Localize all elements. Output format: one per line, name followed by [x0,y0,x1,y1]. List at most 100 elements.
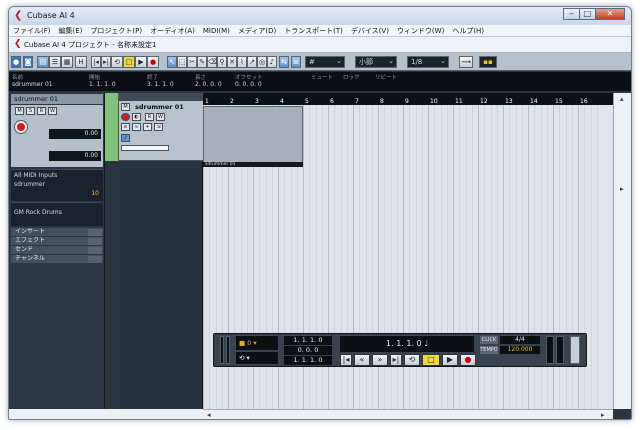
inspector-section-inserts[interactable]: インサート [11,227,103,236]
snap-on-off-button[interactable]: ⊞ [291,56,301,68]
minimize-button[interactable]: ‒ [563,8,580,20]
inspector-write-button[interactable]: W [48,107,57,115]
click-button[interactable]: CLICK [480,336,498,344]
scroll-up-icon[interactable]: ▴ [620,95,624,103]
scroll-left-icon[interactable]: ◂ [207,411,211,419]
color-swatch-button[interactable]: ▪▪ [479,56,497,68]
info-value-length[interactable]: 2. 0. 0. 0 [195,81,222,88]
record-mode-select[interactable]: ■ 0 ▾ [236,336,278,350]
track-automation-icon[interactable]: + [143,123,152,131]
track-edit-icon[interactable]: e [121,123,130,131]
menu-transport[interactable]: トランスポート(T) [280,25,347,37]
track-expand-icon[interactable]: ⇲ [154,123,163,131]
menu-edit[interactable]: 編集(E) [55,25,87,37]
title-bar[interactable]: ❮ Cubase AI 4 ‒ □ ✕ [9,7,631,25]
stop-icon[interactable]: □ [123,56,135,68]
ruler[interactable]: 1 2 3 4 5 6 7 8 9 10 11 12 13 14 15 16 [203,93,613,105]
glue-tool-icon[interactable]: ⌇ [237,56,247,68]
grid-resolution-select[interactable]: 小節 [355,56,397,68]
menu-file[interactable]: ファイル(F) [9,25,55,37]
midi-part[interactable] [203,106,303,163]
go-to-start-icon[interactable]: |◂ [91,56,101,68]
inspector-track-name[interactable]: sdrummer 01 [11,94,103,104]
inspector-record-enable-icon[interactable] [15,121,27,133]
info-value-offset[interactable]: 0. 0. 0. 0 [235,81,262,88]
split-tool-icon[interactable]: ✂ [187,56,197,68]
tempo-value[interactable]: 120.000 [500,346,540,354]
track-mute-button[interactable]: M [121,103,130,111]
menu-help[interactable]: ヘルプ(H) [448,25,488,37]
info-value-name[interactable]: sdrummer 01 [12,81,53,88]
autoscroll-button[interactable]: ⇆ [279,56,289,68]
info-value-start[interactable]: 1. 1. 1. 0 [89,81,116,88]
inspector-pan-field[interactable]: 0.00 [49,151,101,161]
transport-go-end-icon[interactable]: ▸| [390,354,402,366]
signature-value[interactable]: 4/4 [500,336,540,344]
color-tool-icon[interactable]: ⟿ [459,56,473,68]
menu-media[interactable]: メディア(D) [234,25,280,37]
zoom-tool-icon[interactable]: ⚲ [217,56,227,68]
inspector-section-effects[interactable]: エフェクト [11,236,103,245]
object-select-tool-icon[interactable]: ↖ [167,56,177,68]
play-icon[interactable]: ▶ [135,56,147,68]
midi-channel-select[interactable]: 10 [14,190,103,197]
show-infoline-button[interactable]: ☰ [49,56,61,68]
track-monitor-icon[interactable]: ◐ [132,113,141,121]
show-overview-button[interactable]: ▦ [61,56,73,68]
play-tool-icon[interactable]: ♪ [267,56,277,68]
track-lane-icon[interactable]: ≈ [132,123,141,131]
horizontal-scrollbar[interactable]: ◂ ▸ [203,409,613,419]
inspector-solo-button[interactable]: S [26,107,35,115]
cycle-record-mode-select[interactable]: ⟲ ▾ [236,352,278,364]
secondary-position-field[interactable]: 0. 0. 0 [284,346,332,355]
track-write-button[interactable]: W [156,113,165,121]
master-level-slider[interactable] [570,336,580,364]
menu-project[interactable]: プロジェクト(P) [86,25,146,37]
tempo-button[interactable]: TEMPO [480,346,498,354]
menu-audio[interactable]: オーディオ(A) [146,25,199,37]
activate-project-button[interactable]: ● [11,56,21,68]
constrain-delay-button[interactable]: ◙ [23,56,33,68]
track-row[interactable]: M S sdrummer 01 ◐ R W e ≈ + ⇲ ♪ [119,101,203,161]
scroll-thumb-icon[interactable]: ▸ [620,185,624,193]
maximize-button[interactable]: □ [579,8,596,20]
range-tool-icon[interactable]: ⬚ [177,56,187,68]
track-volume-slider[interactable] [121,145,169,151]
vertical-scrollbar[interactable]: ▴ ▸ [613,93,631,409]
transport-forward-icon[interactable]: » [372,354,388,366]
right-locator-field[interactable]: 1. 1. 1. 0 [284,356,332,365]
transport-rewind-icon[interactable]: « [354,354,370,366]
inspector-section-sends[interactable]: センド [11,245,103,254]
track-read-button[interactable]: R [145,113,154,121]
show-pool-button[interactable]: H [75,56,87,68]
scroll-right-icon[interactable]: ▸ [601,411,605,419]
transport-cycle-icon[interactable]: ⟲ [404,354,420,366]
main-position-display[interactable]: 1. 1. 1. 0 ♩ [340,336,474,352]
inspector-read-button[interactable]: R [37,107,46,115]
info-value-end[interactable]: 3. 1. 1. 0 [147,81,174,88]
program-select[interactable]: GM Rock Drums [14,209,103,216]
midi-output-select[interactable]: sdrummer [14,181,103,188]
menu-midi[interactable]: MIDI(M) [199,25,234,37]
transport-record-icon[interactable]: ● [460,354,476,366]
quantize-select[interactable]: 1/8 [407,56,449,68]
record-icon[interactable]: ● [147,56,159,68]
show-inspector-button[interactable]: ▤ [37,56,49,68]
scrub-tool-icon[interactable]: ◎ [257,56,267,68]
inspector-mute-button[interactable]: M [15,107,24,115]
track-record-icon[interactable] [121,113,130,121]
inspector-volume-field[interactable]: 0.00 [49,129,101,139]
close-button[interactable]: ✕ [595,8,625,20]
mute-tool-icon[interactable]: ✕ [227,56,237,68]
grid-type-select[interactable]: # [305,56,345,68]
menu-devices[interactable]: デバイス(V) [347,25,393,37]
transport-play-icon[interactable]: ▶ [442,354,458,366]
draw-tool-icon[interactable]: ✎ [197,56,207,68]
go-to-end-icon[interactable]: ▸| [101,56,111,68]
transport-go-start-icon[interactable]: |◂ [340,354,352,366]
erase-tool-icon[interactable]: ⌫ [207,56,218,68]
inspector-section-channel[interactable]: チャンネル [11,254,103,263]
left-locator-field[interactable]: 1. 1. 1. 0 [284,336,332,345]
menu-window[interactable]: ウィンドウ(W) [393,25,448,37]
transport-stop-icon[interactable]: □ [422,354,440,366]
